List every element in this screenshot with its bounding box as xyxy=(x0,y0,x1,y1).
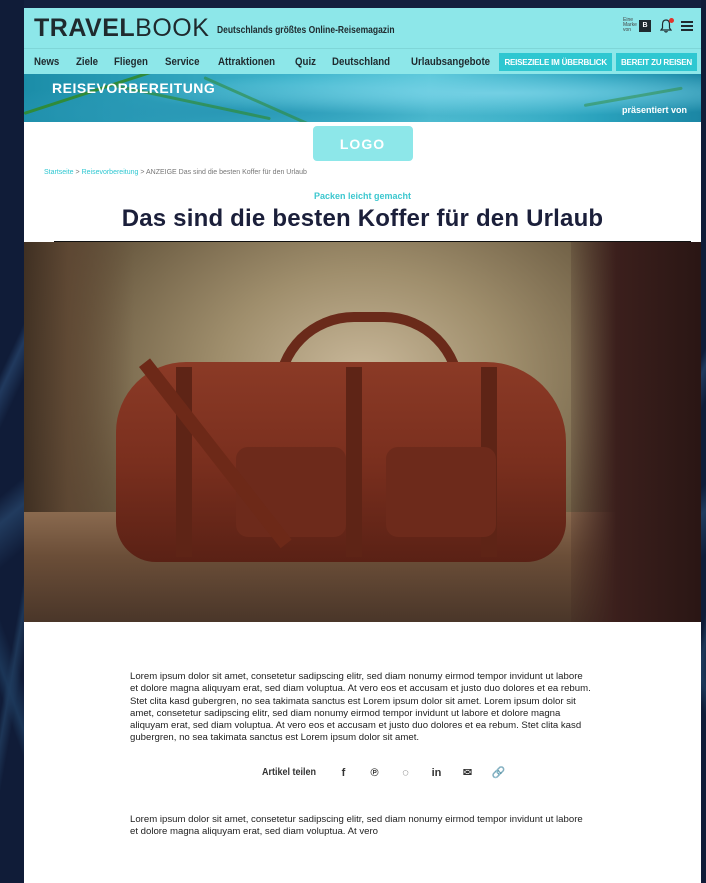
nav-item-ziele[interactable]: Ziele xyxy=(76,56,98,68)
background-top xyxy=(0,0,706,8)
article-title: Das sind die besten Koffer für den Urlau… xyxy=(121,205,604,232)
article-paragraph: Lorem ipsum dolor sit amet, consetetur s… xyxy=(130,671,591,744)
nav-item-urlaubsangebote[interactable]: Urlaubsangebote xyxy=(411,56,490,68)
reiseziele-button[interactable]: REISEZIELE IM ÜBERBLICK xyxy=(499,53,612,71)
bild-brand-note: Eine Marke von xyxy=(623,17,637,33)
pinterest-icon[interactable]: ℗ xyxy=(368,766,382,780)
palm-leaf-decoration xyxy=(583,86,683,107)
site-header: TRAVEL BOOK Deutschlands größtes Online-… xyxy=(24,8,701,48)
bell-icon[interactable] xyxy=(660,17,674,33)
section-banner: REISEVORBEREITUNG präsentiert von xyxy=(24,74,701,122)
nav-item-fliegen[interactable]: Fliegen xyxy=(114,56,148,68)
breadcrumb-separator: > xyxy=(73,169,82,176)
nav-item-news[interactable]: News xyxy=(34,56,59,68)
breadcrumb: Startseite > Reisevorbereitung > ANZEIGE… xyxy=(24,169,701,176)
email-icon[interactable]: ✉ xyxy=(461,766,475,780)
nav-item-service[interactable]: Service xyxy=(165,56,199,68)
facebook-icon[interactable]: f xyxy=(337,766,351,780)
bag-pocket xyxy=(386,447,496,537)
breadcrumb-separator: > xyxy=(138,169,146,176)
header-icons: Eine Marke von B xyxy=(623,17,693,33)
menu-icon[interactable] xyxy=(681,20,693,31)
logo-book: BOOK xyxy=(135,13,210,42)
whatsapp-icon[interactable]: ◌ xyxy=(399,766,413,780)
share-label: Artikel teilen xyxy=(262,767,317,779)
article-kicker: Packen leicht gemacht xyxy=(313,191,412,201)
bereit-zu-reisen-button[interactable]: BEREIT ZU REISEN xyxy=(615,53,697,71)
bag-band xyxy=(346,367,362,557)
site-logo[interactable]: TRAVEL BOOK xyxy=(34,14,209,43)
bild-logo-icon[interactable]: Eine Marke von B xyxy=(623,18,651,33)
hero-tree-right xyxy=(571,242,701,622)
article-paragraph: Lorem ipsum dolor sit amet, consetetur s… xyxy=(130,813,583,838)
breadcrumb-current: ANZEIGE Das sind die besten Koffer für d… xyxy=(145,169,307,176)
nav-buttons: REISEZIELE IM ÜBERBLICK BEREIT ZU REISEN xyxy=(499,53,697,71)
linkedin-icon[interactable]: in xyxy=(430,766,444,780)
main-nav: News Ziele Fliegen Service Attraktionen … xyxy=(24,48,701,74)
banner-title: REISEVORBEREITUNG xyxy=(52,80,216,96)
link-icon[interactable]: 🔗 xyxy=(492,766,506,780)
share-bar: Artikel teilen f ℗ ◌ in ✉ 🔗 xyxy=(64,766,701,780)
nav-item-deutschland[interactable]: Deutschland xyxy=(332,56,390,68)
background-right xyxy=(701,0,706,883)
notification-dot xyxy=(669,17,674,23)
breadcrumb-section[interactable]: Reisevorbereitung xyxy=(82,169,139,176)
hero-image xyxy=(24,242,701,622)
breadcrumb-home[interactable]: Startseite xyxy=(44,169,74,176)
background-left xyxy=(0,0,24,883)
nav-links: News Ziele Fliegen Service Attraktionen … xyxy=(24,56,501,68)
logo-travel: TRAVEL xyxy=(34,13,136,42)
leather-bag xyxy=(116,362,566,562)
bild-logo: B xyxy=(639,19,651,32)
page: TRAVEL BOOK Deutschlands größtes Online-… xyxy=(24,8,701,883)
presented-by-label: präsentiert von xyxy=(621,105,687,115)
nav-item-attraktionen[interactable]: Attraktionen xyxy=(218,56,275,68)
sponsor-logo[interactable]: LOGO xyxy=(312,126,413,161)
tagline: Deutschlands größtes Online-Reisemagazin xyxy=(217,24,396,36)
nav-item-quiz[interactable]: Quiz xyxy=(295,56,316,68)
